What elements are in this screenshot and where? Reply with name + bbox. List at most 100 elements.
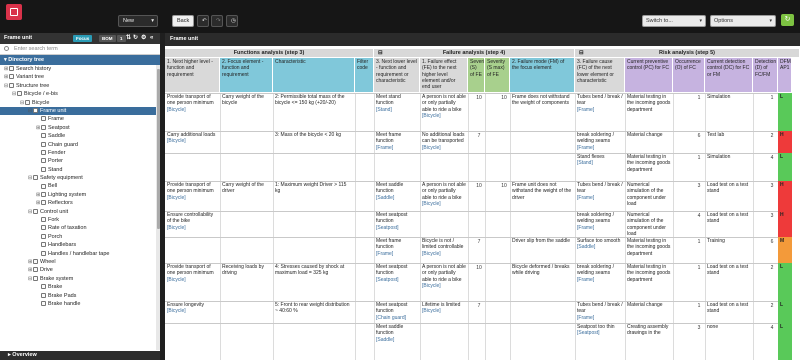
tree-item[interactable]: Fender bbox=[0, 149, 160, 157]
tree-item[interactable]: Brake handle bbox=[0, 300, 160, 308]
tree-item[interactable]: ⊟ Brake system bbox=[0, 275, 160, 283]
table-cell[interactable]: Load test on a test stand bbox=[705, 211, 753, 237]
settings-icon[interactable]: ⚙ bbox=[141, 33, 146, 44]
switch-to-select[interactable]: Switch to... ▾ bbox=[642, 15, 706, 27]
tree-item[interactable]: Chain guard bbox=[0, 141, 160, 149]
cell-element-ref[interactable]: [Frame] bbox=[577, 225, 623, 231]
cell-element-ref[interactable]: [Bicycle] bbox=[167, 225, 218, 231]
table-cell[interactable]: Test lab bbox=[705, 131, 753, 153]
table-cell[interactable]: Meet stand function [Stand] bbox=[374, 93, 420, 131]
cell-element-ref[interactable]: [Frame] bbox=[577, 315, 623, 321]
history-icon[interactable]: ◷ bbox=[226, 15, 238, 27]
table-cell[interactable]: Load test on a test stand bbox=[705, 181, 753, 211]
cell-element-ref[interactable]: [Chain guard] bbox=[376, 315, 418, 321]
new-button[interactable]: New ▾ bbox=[118, 15, 158, 27]
table-cell[interactable]: Creating assembly drawings in the bbox=[625, 323, 673, 360]
table-cell[interactable]: Tubes bend / break / tear [Frame] bbox=[575, 301, 625, 323]
table-cell[interactable]: Bicycle is not / limited controllable [Bi… bbox=[420, 237, 468, 263]
table-cell[interactable]: break soldering / welding seams [Frame] bbox=[575, 131, 625, 153]
column-header[interactable]: Detection (D) of FC/FM bbox=[753, 58, 778, 92]
table-cell[interactable]: Provide transport of one person minimum[… bbox=[165, 181, 220, 211]
table-cell[interactable]: Meet seatpost function [Seatpost] bbox=[374, 263, 420, 301]
rating-value[interactable]: 7 bbox=[475, 303, 483, 309]
column-header[interactable]: Current preventive control (PC) for FC bbox=[625, 58, 673, 92]
rating-value[interactable]: 1 bbox=[695, 155, 703, 161]
table-cell[interactable]: Meet saddle function [Saddle] bbox=[374, 323, 420, 360]
rating-value[interactable]: 1 bbox=[695, 303, 703, 309]
cell-element-ref[interactable]: [Seatpost] bbox=[577, 330, 623, 336]
table-cell[interactable]: Material testing in the incoming goods d… bbox=[625, 263, 673, 301]
cell-element-ref[interactable]: [Bicycle] bbox=[167, 107, 218, 113]
table-cell[interactable]: Stand flexes [Stand] bbox=[575, 153, 625, 181]
table-cell[interactable]: none bbox=[705, 323, 753, 360]
cell-element-ref[interactable]: [Bicycle] bbox=[167, 308, 218, 314]
table-cell[interactable]: Lifetime is limited [Bicycle] bbox=[420, 301, 468, 323]
table-cell[interactable]: Numerical simulation of the component un… bbox=[625, 181, 673, 211]
cell-element-ref[interactable]: [Bicycle] bbox=[167, 138, 218, 144]
rating-value[interactable]: 4 bbox=[768, 155, 776, 161]
column-header[interactable]: Occurrence (O) of FC bbox=[673, 58, 705, 92]
tree-item[interactable]: Frame bbox=[0, 115, 160, 123]
rating-value[interactable]: 7 bbox=[475, 239, 483, 245]
column-header[interactable]: Severity (S max) of FE bbox=[485, 58, 510, 92]
rating-value[interactable]: 1 bbox=[695, 265, 703, 271]
table-cell[interactable]: Carry additional loads [Bicycle] bbox=[165, 131, 220, 153]
column-header[interactable]: 2. Failure mode (FM) of the focus elemen… bbox=[510, 58, 575, 92]
cell-element-ref[interactable]: [Frame] bbox=[376, 251, 418, 257]
cell-element-ref[interactable]: [Bicycle] bbox=[422, 201, 466, 207]
table-cell[interactable]: Provide transport of one person minimum[… bbox=[165, 263, 220, 301]
table-cell[interactable]: Seatpost too thin [Seatpost] bbox=[575, 323, 625, 360]
tree-item[interactable]: ⊞ Lighting system bbox=[0, 191, 160, 199]
table-cell[interactable]: A person is not able or only partially a… bbox=[420, 263, 468, 301]
table-cell[interactable]: Training bbox=[705, 237, 753, 263]
column-header[interactable]: 3. Failure cause (FC) of the next lower … bbox=[575, 58, 625, 92]
filter-count-badge[interactable]: 1 bbox=[117, 35, 126, 42]
tree-item[interactable]: ⊟ Frame unit bbox=[0, 106, 160, 116]
tree-item[interactable]: Stand bbox=[0, 166, 160, 174]
rating-value[interactable]: 1 bbox=[695, 239, 703, 245]
tree-item[interactable]: Handles / handlebar tape bbox=[0, 250, 160, 258]
cell-element-ref[interactable]: [Frame] bbox=[577, 145, 623, 151]
table-cell[interactable]: Tubes bend / break / tear [Frame] bbox=[575, 181, 625, 211]
cell-element-ref[interactable]: [Seatpost] bbox=[376, 277, 418, 283]
tree-item[interactable]: ⊞ Drive bbox=[0, 266, 160, 274]
table-cell[interactable]: Meet saddle function [Saddle] bbox=[374, 181, 420, 211]
redo-icon[interactable]: ↷ bbox=[211, 15, 223, 27]
table-cell[interactable]: Meet frame function [Frame] bbox=[374, 131, 420, 153]
rating-value[interactable]: 3 bbox=[695, 325, 703, 331]
table-cell[interactable]: Material testing in the incoming goods d… bbox=[625, 153, 673, 181]
rating-value[interactable]: 10 bbox=[475, 265, 483, 271]
tree-item[interactable]: ⊞ Variant tree bbox=[0, 73, 160, 81]
tree-item[interactable]: ⊟ Structure tree bbox=[0, 82, 160, 90]
rating-value[interactable]: 1 bbox=[768, 95, 776, 101]
table-cell[interactable]: Meet seatpost function [Seatpost] bbox=[374, 211, 420, 237]
table-cell[interactable]: Numerical simulation of the component un… bbox=[625, 211, 673, 237]
tree-item[interactable]: Handlebars bbox=[0, 241, 160, 249]
tree-item[interactable]: Saddle bbox=[0, 132, 160, 140]
cell-element-ref[interactable]: [Frame] bbox=[577, 195, 623, 201]
rating-value[interactable]: 2 bbox=[768, 303, 776, 309]
table-cell[interactable]: Meet frame function [Frame] bbox=[374, 237, 420, 263]
table-cell[interactable]: Material change bbox=[625, 301, 673, 323]
table-cell[interactable]: Frame does not withstand the weight of c… bbox=[510, 93, 575, 131]
table-cell[interactable]: 4: Stresses caused by shock at maximum l… bbox=[273, 263, 355, 301]
rating-value[interactable]: 6 bbox=[768, 239, 776, 245]
table-cell[interactable]: Material testing in the incoming goods d… bbox=[625, 93, 673, 131]
collapse-panel-icon[interactable]: « bbox=[150, 33, 153, 44]
table-cell[interactable]: Receiving loads by driving bbox=[220, 263, 273, 301]
tree-item[interactable]: ⊞ Reflectors bbox=[0, 199, 160, 207]
column-header[interactable]: Filter code bbox=[355, 58, 374, 92]
rating-value[interactable]: 1 bbox=[695, 95, 703, 101]
table-cell[interactable]: Bicycle deformed / breaks while driving bbox=[510, 263, 575, 301]
table-cell[interactable]: Carry weight of the bicycle bbox=[220, 93, 273, 131]
tree-item[interactable]: ⊟ Bicycle bbox=[0, 99, 160, 107]
table-cell[interactable]: Ensure longevity [Bicycle] bbox=[165, 301, 220, 323]
table-cell[interactable]: Ensure controllability of the bike [Bicyc… bbox=[165, 211, 220, 237]
rating-value[interactable]: 10 bbox=[475, 95, 483, 101]
column-header[interactable]: Severity (S) of FE bbox=[468, 58, 485, 92]
table-cell[interactable]: Carry weight of the driver bbox=[220, 181, 273, 211]
tree-item[interactable]: ⊞ Wheel bbox=[0, 258, 160, 266]
cell-element-ref[interactable]: [Frame] bbox=[577, 107, 623, 113]
table-cell[interactable]: Simulation bbox=[705, 153, 753, 181]
tree-item[interactable]: ⊟ Bicycle / e-bis bbox=[0, 90, 160, 98]
